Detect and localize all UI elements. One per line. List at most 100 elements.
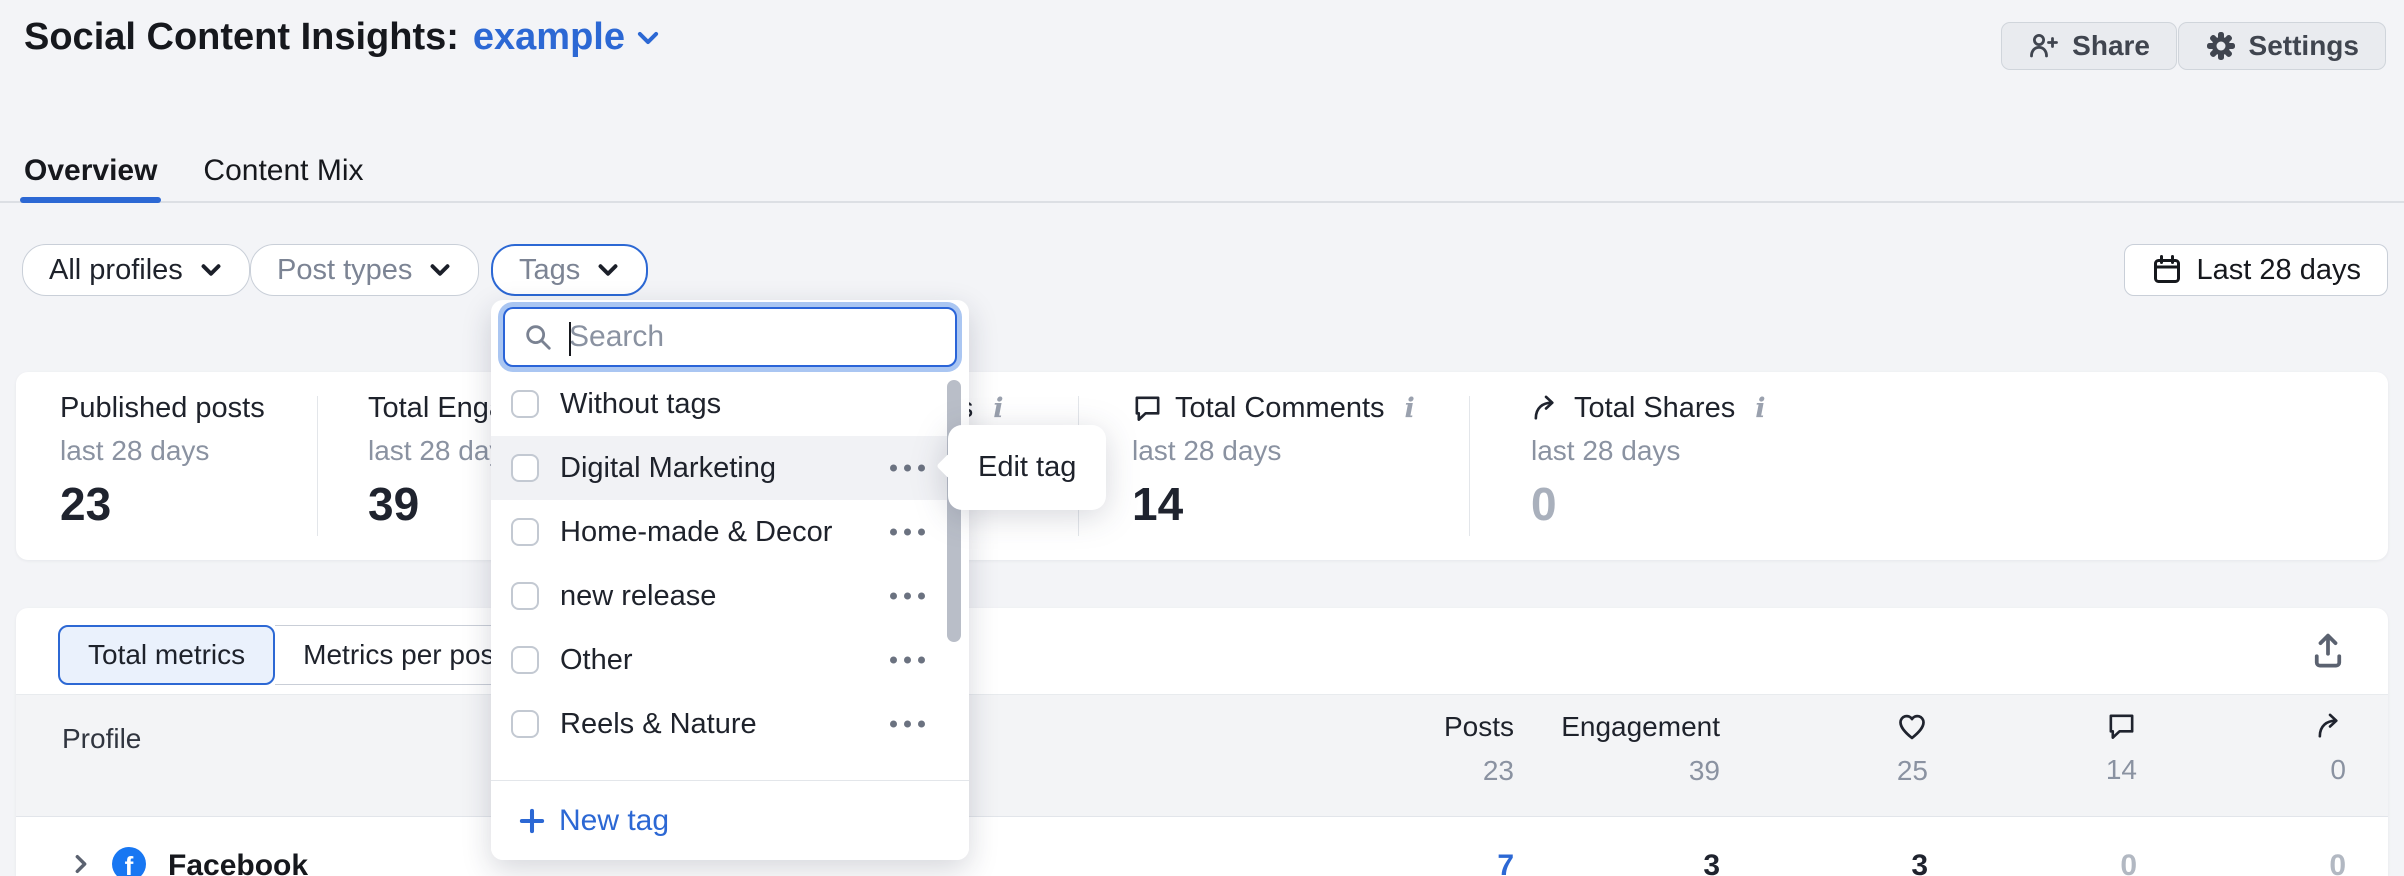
cell-reactions: 3 [1911, 849, 1928, 876]
post-types-filter[interactable]: Post types [250, 244, 480, 296]
metric-period: last 28 days [60, 435, 210, 466]
share-button[interactable]: Share [2001, 22, 2177, 70]
metric-value: 23 [60, 478, 112, 530]
metric-value: 0 [1531, 478, 1557, 530]
column-header-engagement: Engagement 39 [1561, 711, 1720, 786]
column-header-shares: 0 [2315, 711, 2346, 786]
settings-label: Settings [2248, 30, 2359, 61]
tag-option-home-made-decor[interactable]: Home-made & Decor [491, 500, 969, 564]
edit-tag-menu-item[interactable]: Edit tag [948, 425, 1107, 510]
checkbox[interactable] [511, 582, 539, 610]
tag-option-without-tags[interactable]: Without tags [491, 372, 969, 436]
metric-divider [1469, 396, 1470, 536]
tab-bar: Overview Content Mix [0, 140, 2404, 203]
profile-name[interactable]: Facebook [168, 849, 308, 876]
settings-button[interactable]: Settings [2177, 22, 2386, 70]
social-content-insights-page: Social Content Insights: example Share S… [0, 0, 2404, 876]
tag-list: Without tags Digital Marketing Home-made… [491, 372, 969, 780]
metrics-view-toggle: Total metrics Metrics per post [58, 625, 532, 685]
search-icon [523, 322, 553, 352]
plus-icon [519, 808, 545, 834]
column-header-profile: Profile [62, 723, 142, 754]
tag-context-menu: Edit tag [948, 425, 1107, 510]
metric-total-shares: Total Shares i last 28 days 0 [1531, 392, 1765, 531]
share-arrow-icon [1531, 393, 1562, 424]
chevron-right-icon[interactable] [70, 853, 92, 875]
metric-label: Published posts [60, 392, 265, 424]
chevron-down-icon [635, 25, 661, 51]
share-arrow-icon [2315, 711, 2346, 742]
metric-period: last 28 days [1132, 435, 1282, 466]
cell-engagement: 3 [1703, 849, 1720, 876]
export-button[interactable] [2308, 630, 2348, 670]
tag-menu-icon[interactable] [890, 720, 925, 728]
tags-dropdown-panel: Without tags Digital Marketing Home-made… [491, 300, 969, 860]
column-total-shares: 0 [2330, 754, 2346, 785]
new-tag-button[interactable]: New tag [491, 780, 969, 860]
table-row-facebook[interactable]: f Facebook 7 3 3 0 0 [16, 817, 2388, 876]
checkbox[interactable] [511, 390, 539, 418]
tag-option-digital-marketing[interactable]: Digital Marketing [491, 436, 969, 500]
tab-content-mix[interactable]: Content Mix [203, 140, 363, 201]
checkbox[interactable] [511, 518, 539, 546]
heart-icon [1896, 711, 1928, 743]
share-label: Share [2072, 30, 2150, 61]
dropdown-scrollbar[interactable] [947, 380, 961, 642]
calendar-icon [2151, 254, 2183, 286]
metrics-summary-card: Published posts last 28 days 23 Total En… [16, 372, 2388, 560]
comment-bubble-icon [2106, 711, 2137, 742]
tag-menu-icon[interactable] [890, 528, 925, 536]
metric-total-comments: Total Comments i last 28 days 14 [1132, 392, 1415, 531]
all-profiles-filter[interactable]: All profiles [22, 244, 250, 296]
chevron-down-icon [199, 258, 223, 282]
metric-label: Total Comments [1175, 392, 1385, 424]
cell-posts[interactable]: 7 [1497, 849, 1514, 876]
tag-menu-icon[interactable] [890, 592, 925, 600]
metric-period: last 28 days [1531, 435, 1681, 466]
chevron-down-icon [596, 258, 620, 282]
metric-value: 14 [1132, 478, 1184, 530]
checkbox[interactable] [511, 710, 539, 738]
tag-menu-icon[interactable] [890, 656, 925, 664]
tag-option-new-release[interactable]: new release [491, 564, 969, 628]
tag-search-field[interactable] [503, 307, 957, 367]
cell-shares: 0 [2329, 849, 2346, 876]
tags-label: Tags [519, 253, 581, 286]
cell-comments: 0 [2120, 849, 2137, 876]
project-selector[interactable]: example [473, 16, 661, 59]
metric-divider [317, 396, 318, 536]
date-range-button[interactable]: Last 28 days [2123, 244, 2388, 296]
metric-label: Total Shares [1574, 392, 1736, 424]
checkbox[interactable] [511, 646, 539, 674]
project-name: example [472, 16, 625, 58]
new-tag-label: New tag [559, 803, 670, 837]
post-types-label: Post types [277, 253, 413, 286]
facebook-logo-icon: f [112, 847, 146, 876]
search-input[interactable] [569, 320, 899, 354]
gear-icon [2205, 30, 2237, 62]
column-total-engagement: 39 [1688, 755, 1720, 786]
tag-option-reels-nature[interactable]: Reels & Nature [491, 692, 969, 756]
column-header-comments: 14 [2106, 711, 2137, 786]
column-header-posts: Posts 23 [1443, 711, 1514, 786]
page-title: Social Content Insights: example [24, 16, 661, 59]
person-add-icon [2028, 30, 2060, 62]
info-icon[interactable]: i [993, 393, 1003, 424]
date-range-label: Last 28 days [2196, 253, 2361, 286]
tag-menu-icon[interactable] [890, 464, 925, 472]
chevron-down-icon [428, 258, 452, 282]
comment-bubble-icon [1132, 393, 1163, 424]
tag-option-other[interactable]: Other [491, 628, 969, 692]
tags-filter[interactable]: Tags [491, 244, 649, 296]
profiles-table-card: Total metrics Metrics per post Profile P… [16, 608, 2388, 876]
all-profiles-label: All profiles [49, 253, 183, 286]
toggle-total-metrics[interactable]: Total metrics [58, 625, 276, 685]
column-header-reactions: 25 [1896, 711, 1928, 787]
page-title-text: Social Content Insights: [24, 16, 459, 58]
info-icon[interactable]: i [1755, 393, 1765, 424]
tab-overview[interactable]: Overview [19, 140, 162, 203]
metric-published-posts: Published posts last 28 days 23 [60, 392, 265, 531]
info-icon[interactable]: i [1405, 393, 1415, 424]
checkbox[interactable] [511, 454, 539, 482]
column-total-comments: 14 [2105, 754, 2137, 785]
